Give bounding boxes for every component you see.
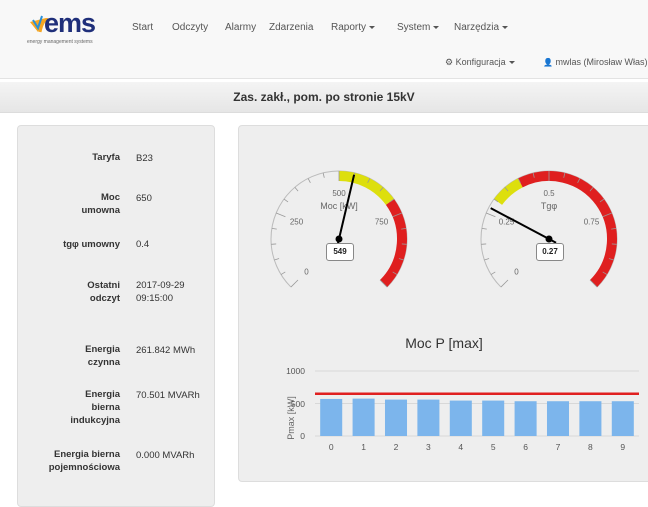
nav-narzedzia[interactable]: Narzędzia bbox=[454, 22, 508, 33]
bar[interactable] bbox=[579, 401, 601, 436]
gauge-band bbox=[498, 183, 520, 202]
gauge-tick bbox=[274, 258, 279, 260]
param-value: 0.000 MVARh bbox=[136, 449, 194, 462]
bar[interactable] bbox=[385, 400, 407, 436]
param-value: 650 bbox=[136, 192, 152, 205]
bar[interactable] bbox=[547, 401, 569, 436]
gauge-tick bbox=[308, 178, 310, 182]
gauge-tick bbox=[323, 173, 324, 178]
param-label: Ostatni odczyt bbox=[18, 279, 120, 305]
x-tick-label: 9 bbox=[620, 442, 625, 452]
gauge-tick-label: 250 bbox=[290, 217, 304, 226]
gauge-title: Tgφ bbox=[541, 201, 558, 211]
brand-name: ems bbox=[44, 8, 95, 39]
nav-start[interactable]: Start bbox=[132, 22, 153, 33]
param-value: 0.4 bbox=[136, 238, 149, 251]
y-tick-label: 1000 bbox=[286, 366, 305, 376]
nav-alarmy[interactable]: Alarmy bbox=[225, 22, 256, 33]
x-tick-label: 2 bbox=[394, 442, 399, 452]
nav-system-label: System bbox=[397, 22, 430, 33]
param-label: Energia bierna pojemnościowa bbox=[18, 448, 120, 474]
nav-user[interactable]: 👤 mwlas (Mirosław Włas) bbox=[543, 57, 647, 67]
gauge-tick bbox=[491, 272, 495, 275]
x-tick-label: 1 bbox=[361, 442, 366, 452]
nav-konfiguracja[interactable]: ⚙ Konfiguracja bbox=[445, 57, 515, 68]
x-tick-label: 6 bbox=[523, 442, 528, 452]
x-tick-label: 7 bbox=[556, 442, 561, 452]
gauge-tick-label: 500 bbox=[332, 189, 346, 198]
gauge-tick bbox=[482, 228, 487, 229]
bar[interactable] bbox=[450, 401, 472, 436]
bar-chart: Moc P [max] Pmax [kW] 1000 500 0 0123456… bbox=[239, 326, 648, 476]
gauge-tick bbox=[501, 280, 508, 287]
nav-narzedzia-label: Narzędzia bbox=[454, 22, 499, 33]
gauge-band bbox=[520, 176, 612, 284]
param-label: tgφ umowny bbox=[18, 238, 120, 251]
y-tick-label: 500 bbox=[291, 399, 305, 409]
gauge-tick bbox=[484, 258, 489, 260]
param-value: 2017-09-29 09:15:00 bbox=[136, 279, 186, 305]
gauge-tick bbox=[276, 213, 285, 217]
param-label: Taryfa bbox=[18, 151, 120, 164]
gauge-tick bbox=[284, 199, 288, 202]
bar[interactable] bbox=[482, 401, 504, 436]
brand-subtitle: energy management systems bbox=[27, 39, 93, 45]
nav-user-label: mwlas (Mirosław Włas) bbox=[555, 57, 647, 67]
bar[interactable] bbox=[353, 399, 375, 436]
bar[interactable] bbox=[515, 401, 537, 436]
power-gauge-value: 549 bbox=[326, 243, 354, 261]
param-value: B23 bbox=[136, 152, 153, 165]
user-icon: 👤 bbox=[543, 58, 553, 67]
parameters-panel: Taryfa B23 Moc umowna 650 tgφ umowny 0.4… bbox=[17, 125, 215, 507]
param-label: Energia czynna bbox=[18, 343, 120, 369]
gauge-tick bbox=[486, 213, 495, 217]
gauge-tick bbox=[291, 280, 298, 287]
nav-zdarzenia[interactable]: Zdarzenia bbox=[269, 22, 313, 33]
y-tick-label: 0 bbox=[300, 431, 305, 441]
chevron-down-icon bbox=[509, 61, 515, 64]
gauge-tick bbox=[295, 187, 298, 191]
nav-odczyty[interactable]: Odczyty bbox=[172, 22, 208, 33]
gears-icon: ⚙ bbox=[445, 57, 453, 67]
gauge-tick-label: 0.75 bbox=[584, 217, 600, 226]
chevron-down-icon bbox=[433, 26, 439, 29]
chevron-down-icon bbox=[369, 26, 375, 29]
param-value: 261.842 MWh bbox=[136, 344, 195, 357]
gauge-tick-label: 0 bbox=[514, 268, 519, 277]
gauge-pivot bbox=[336, 236, 343, 243]
gauge-pivot bbox=[546, 236, 553, 243]
gauge-tick-label: 0.5 bbox=[543, 189, 555, 198]
page-title-bar: Zas. zakł., pom. po stronie 15kV bbox=[0, 82, 648, 113]
gauge-tick-label: 750 bbox=[375, 217, 389, 226]
x-tick-label: 5 bbox=[491, 442, 496, 452]
chart-title: Moc P [max] bbox=[405, 335, 483, 351]
gauge-title: Moc [kW] bbox=[320, 201, 358, 211]
tg-gauge-value: 0.27 bbox=[536, 243, 564, 261]
param-value: 70.501 MVARh bbox=[136, 389, 200, 402]
nav-konfiguracja-label: Konfiguracja bbox=[456, 57, 506, 67]
page-title: Zas. zakł., pom. po stronie 15kV bbox=[233, 90, 414, 104]
param-label: Energia bierna indukcyjna bbox=[18, 388, 120, 427]
bar[interactable] bbox=[612, 401, 634, 436]
param-label: Moc umowna bbox=[18, 191, 120, 217]
x-tick-label: 4 bbox=[458, 442, 463, 452]
power-gauge: 0 250 500 750 Moc [kW] bbox=[254, 144, 424, 314]
chevron-down-icon bbox=[502, 26, 508, 29]
gauge-band bbox=[339, 176, 390, 202]
gauge-tick-label: 0 bbox=[304, 268, 309, 277]
nav-system[interactable]: System bbox=[397, 22, 439, 33]
bar[interactable] bbox=[320, 399, 342, 436]
nav-raporty[interactable]: Raporty bbox=[331, 22, 375, 33]
x-tick-label: 8 bbox=[588, 442, 593, 452]
gauge-tick bbox=[281, 272, 285, 275]
bar[interactable] bbox=[417, 400, 439, 436]
nav-raporty-label: Raporty bbox=[331, 22, 366, 33]
x-tick-label: 3 bbox=[426, 442, 431, 452]
gauge-tick bbox=[272, 228, 277, 229]
tg-gauge: 00.250.50.75Tgφ bbox=[464, 144, 634, 314]
x-tick-label: 0 bbox=[329, 442, 334, 452]
top-navbar: ems energy management systems Start Odcz… bbox=[0, 0, 648, 79]
charts-panel: 0250500750Moc [kW] 549 00.250.50.75Tgφ 0… bbox=[238, 125, 648, 482]
